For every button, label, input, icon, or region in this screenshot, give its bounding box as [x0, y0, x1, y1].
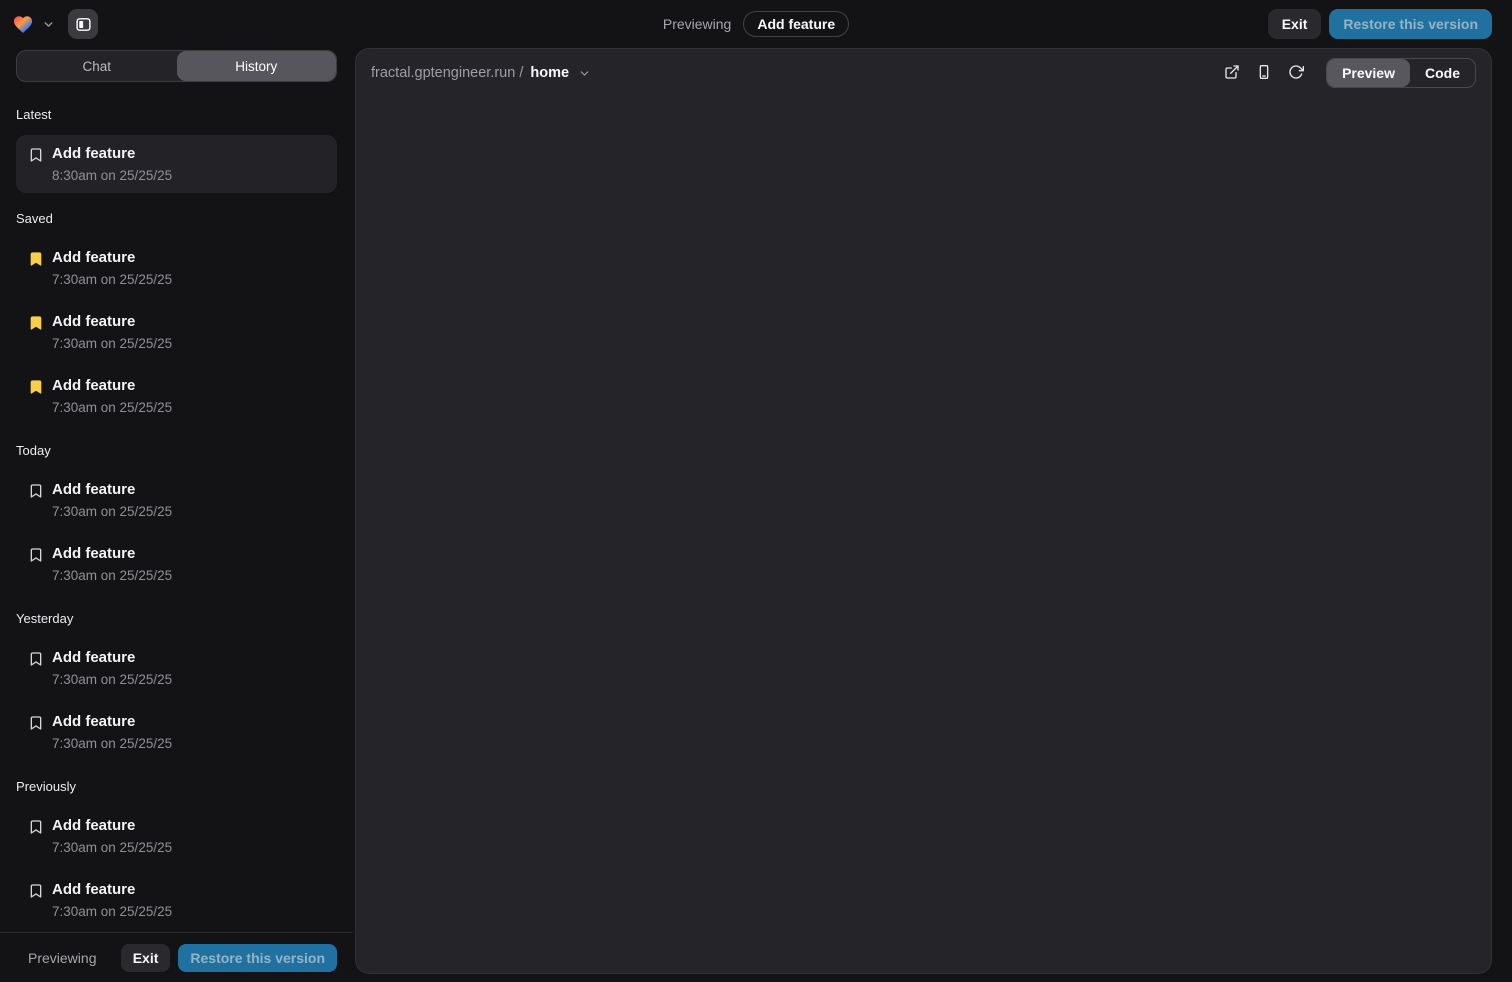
sidebar-tabs: Chat History — [16, 50, 337, 82]
bookmark-icon — [28, 315, 44, 331]
preview-panel: fractal.gptengineer.run / home — [355, 48, 1492, 974]
history-section-title: Yesterday — [16, 611, 337, 627]
history-section-title: Saved — [16, 211, 337, 227]
sidebar-footer: Previewing Exit Restore this version — [0, 932, 353, 982]
history-item[interactable]: Add feature 7:30am on 25/25/25 — [16, 303, 337, 361]
exit-button[interactable]: Exit — [1268, 9, 1322, 39]
history-item-timestamp: 7:30am on 25/25/25 — [52, 903, 172, 920]
bookmark-icon — [28, 251, 44, 267]
preview-viewport — [356, 97, 1491, 973]
history-item-timestamp: 8:30am on 25/25/25 — [52, 167, 172, 184]
history-section: Saved Add feature 7:30am on 25/25/25 Add… — [16, 211, 337, 425]
history-item[interactable]: Add feature 7:30am on 25/25/25 — [16, 639, 337, 697]
history-item[interactable]: Add feature 7:30am on 25/25/25 — [16, 871, 337, 929]
history-item-timestamp: 7:30am on 25/25/25 — [52, 399, 172, 416]
history-section: Today Add feature 7:30am on 25/25/25 Add… — [16, 443, 337, 593]
history-section-items: Add feature 7:30am on 25/25/25 Add featu… — [16, 471, 337, 593]
history-item-timestamp: 7:30am on 25/25/25 — [52, 671, 172, 688]
bookmark-icon — [28, 715, 44, 731]
history-item-timestamp: 7:30am on 25/25/25 — [52, 271, 172, 288]
url-domain: fractal.gptengineer.run / — [371, 65, 523, 81]
tab-history[interactable]: History — [177, 51, 337, 81]
bookmark-icon — [28, 819, 44, 835]
bookmark-icon — [28, 147, 44, 163]
smartphone-icon — [1256, 64, 1272, 83]
history-sidebar: Chat History Latest Add feature 8:30am o… — [0, 48, 353, 982]
bookmark-icon — [28, 379, 44, 395]
history-section: Yesterday Add feature 7:30am on 25/25/25… — [16, 611, 337, 761]
bookmark-icon — [28, 547, 44, 563]
history-item-title: Add feature — [52, 312, 172, 332]
history-item-title: Add feature — [52, 816, 172, 836]
history-section-title: Today — [16, 443, 337, 459]
previewing-label: Previewing — [663, 16, 731, 32]
history-item-timestamp: 7:30am on 25/25/25 — [52, 839, 172, 856]
history-item[interactable]: Add feature 7:30am on 25/25/25 — [16, 239, 337, 297]
history-item-title: Add feature — [52, 248, 172, 268]
history-item-timestamp: 7:30am on 25/25/25 — [52, 735, 172, 752]
history-section: Previously Add feature 7:30am on 25/25/2… — [16, 779, 337, 929]
footer-exit-button[interactable]: Exit — [121, 944, 171, 972]
preview-panel-header: fractal.gptengineer.run / home — [356, 49, 1491, 97]
restore-version-button[interactable]: Restore this version — [1329, 9, 1492, 39]
history-section-title: Previously — [16, 779, 337, 795]
history-item[interactable]: Add feature 7:30am on 25/25/25 — [16, 535, 337, 593]
history-item[interactable]: Add feature 7:30am on 25/25/25 — [16, 807, 337, 865]
history-list[interactable]: Latest Add feature 8:30am on 25/25/25 Sa… — [0, 83, 353, 932]
footer-previewing-label: Previewing — [28, 950, 96, 966]
history-item-title: Add feature — [52, 880, 172, 900]
history-item[interactable]: Add feature 7:30am on 25/25/25 — [16, 367, 337, 425]
version-badge: Add feature — [743, 11, 849, 37]
footer-restore-version-button[interactable]: Restore this version — [178, 944, 337, 972]
history-item-timestamp: 7:30am on 25/25/25 — [52, 335, 172, 352]
history-item-title: Add feature — [52, 648, 172, 668]
tab-chat[interactable]: Chat — [17, 51, 177, 81]
history-section-items: Add feature 7:30am on 25/25/25 Add featu… — [16, 239, 337, 425]
refresh-icon — [1288, 64, 1304, 83]
mobile-view-button[interactable] — [1250, 59, 1278, 87]
history-item[interactable]: Add feature 8:30am on 25/25/25 — [16, 135, 337, 193]
panel-left-icon — [75, 16, 92, 33]
lovable-heart-logo — [12, 14, 34, 34]
toggle-code-button[interactable]: Code — [1410, 59, 1475, 87]
external-link-icon — [1224, 64, 1240, 83]
history-item-title: Add feature — [52, 480, 172, 500]
history-item-title: Add feature — [52, 712, 172, 732]
workspace-chevron-down-icon[interactable] — [40, 16, 56, 32]
history-section-items: Add feature 7:30am on 25/25/25 Add featu… — [16, 639, 337, 761]
history-item-title: Add feature — [52, 544, 172, 564]
open-in-new-tab-button[interactable] — [1218, 59, 1246, 87]
sidebar-toggle-button[interactable] — [68, 9, 98, 39]
refresh-button[interactable] — [1282, 59, 1310, 87]
history-section-title: Latest — [16, 107, 337, 123]
view-toggle: Preview Code — [1326, 58, 1476, 88]
url-page: home — [530, 65, 569, 81]
history-section-items: Add feature 8:30am on 25/25/25 — [16, 135, 337, 193]
url-breadcrumb[interactable]: fractal.gptengineer.run / home — [371, 65, 591, 81]
history-item-timestamp: 7:30am on 25/25/25 — [52, 503, 172, 520]
history-item-title: Add feature — [52, 144, 172, 164]
toggle-preview-button[interactable]: Preview — [1327, 59, 1410, 87]
bookmark-icon — [28, 651, 44, 667]
bookmark-icon — [28, 483, 44, 499]
history-item[interactable]: Add feature 7:30am on 25/25/25 — [16, 703, 337, 761]
history-section-items: Add feature 7:30am on 25/25/25 Add featu… — [16, 807, 337, 929]
bookmark-icon — [28, 883, 44, 899]
history-item-timestamp: 7:30am on 25/25/25 — [52, 567, 172, 584]
topbar: Previewing Add feature Exit Restore this… — [0, 0, 1512, 48]
history-section: Latest Add feature 8:30am on 25/25/25 — [16, 107, 337, 193]
url-chevron-down-icon — [578, 67, 591, 80]
history-item[interactable]: Add feature 7:30am on 25/25/25 — [16, 471, 337, 529]
history-item-title: Add feature — [52, 376, 172, 396]
